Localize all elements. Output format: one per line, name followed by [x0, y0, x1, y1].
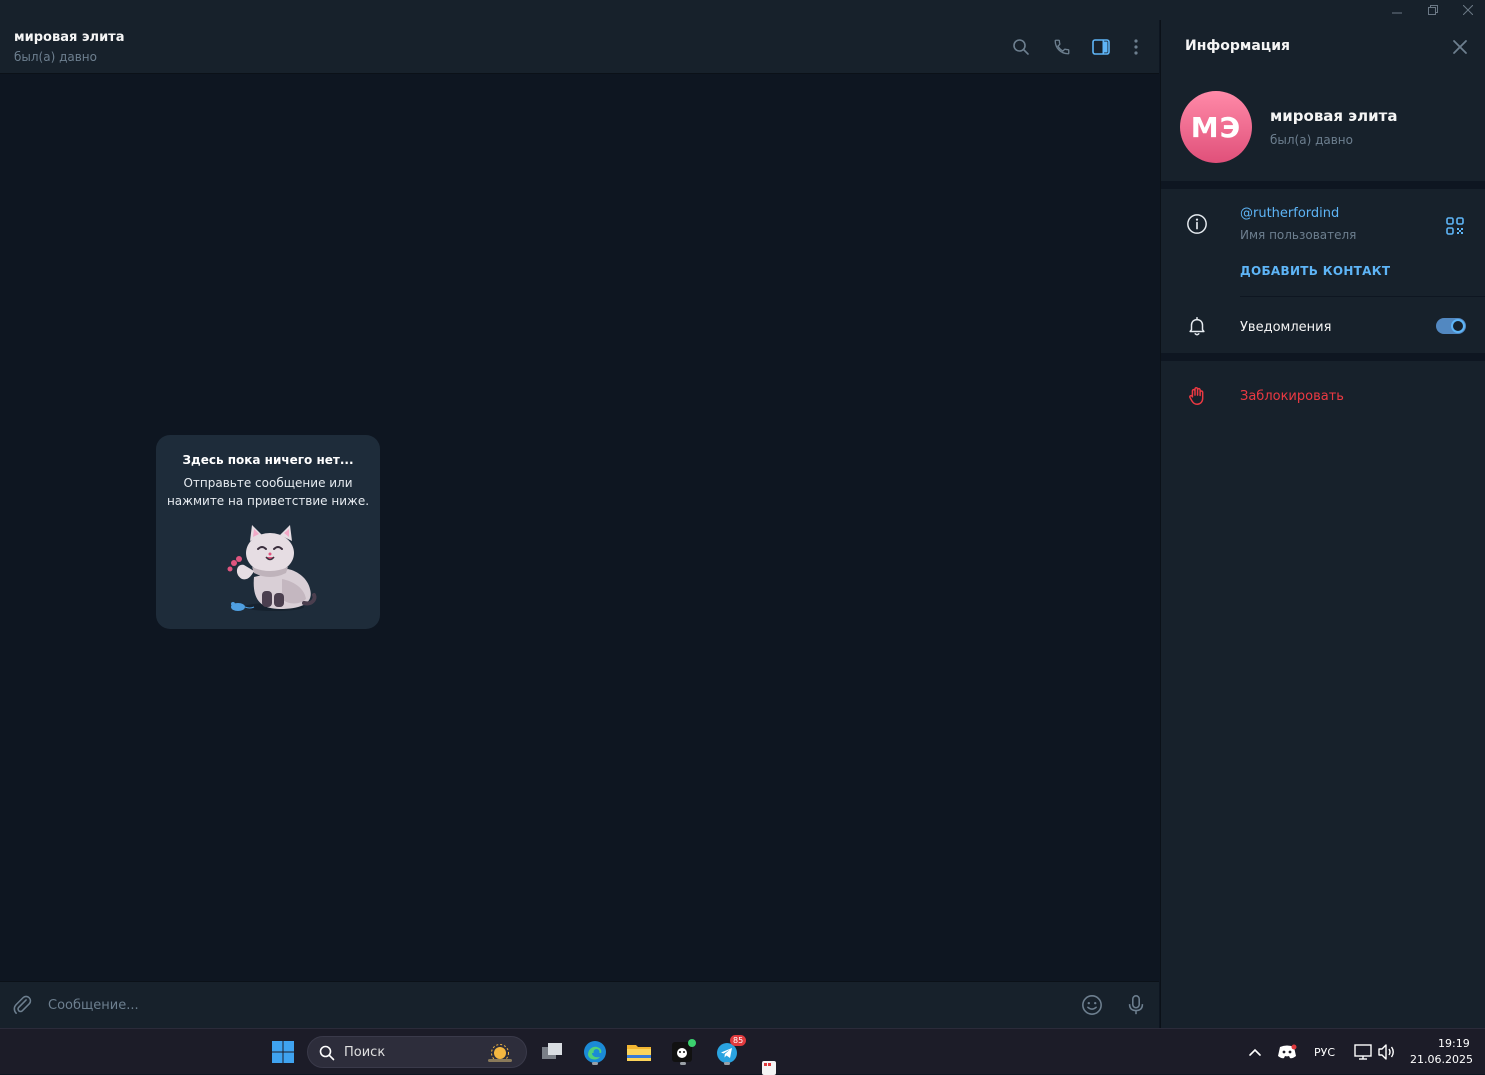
- close-icon[interactable]: [1451, 38, 1469, 56]
- taskbar-search-label: Поиск: [344, 1045, 386, 1060]
- section-divider: [1161, 181, 1485, 189]
- add-contact-button[interactable]: ДОБАВИТЬ КОНТАКТ: [1240, 264, 1390, 278]
- language-indicator[interactable]: РУС: [1314, 1046, 1335, 1059]
- bell-icon: [1185, 314, 1209, 338]
- chat-status: был(а) давно: [14, 50, 97, 64]
- more-options-icon[interactable]: [1125, 36, 1147, 58]
- window-close-icon[interactable]: [1450, 0, 1485, 20]
- file-explorer-icon[interactable]: [624, 1037, 654, 1067]
- telegram-unread-badge: 85: [730, 1035, 747, 1046]
- profile-name: мировая элита: [1270, 107, 1398, 125]
- game-app-icon[interactable]: [668, 1037, 698, 1067]
- chat-title[interactable]: мировая элита: [14, 30, 125, 45]
- telegram-icon[interactable]: 85: [712, 1035, 747, 1067]
- username-link[interactable]: @rutherfordind: [1240, 206, 1339, 221]
- telegram-window: мировая элита был(а) давно Здесь пока ни…: [0, 0, 1485, 1028]
- task-view-icon[interactable]: [537, 1037, 567, 1067]
- block-user-button[interactable]: Заблокировать: [1240, 389, 1344, 404]
- empty-chat-title: Здесь пока ничего нет...: [182, 453, 354, 467]
- app-icon-partial[interactable]: [754, 1059, 784, 1075]
- sun-weather-icon: [488, 1044, 512, 1062]
- username-caption: Имя пользователя: [1240, 228, 1357, 242]
- running-indicator: [592, 1062, 598, 1065]
- search-icon[interactable]: [1010, 36, 1032, 58]
- emoji-icon[interactable]: [1080, 993, 1104, 1017]
- sidebar-toggle-icon[interactable]: [1090, 36, 1112, 58]
- microphone-icon[interactable]: [1124, 993, 1148, 1017]
- clock-time[interactable]: 19:19: [1438, 1037, 1470, 1050]
- taskbar-search[interactable]: Поиск: [307, 1036, 527, 1068]
- qr-code-icon[interactable]: [1445, 216, 1465, 236]
- info-panel: Информация МЭ мировая элита был(а) давно…: [1160, 20, 1485, 1028]
- clock-date[interactable]: 21.06.2025: [1410, 1053, 1473, 1066]
- running-indicator: [680, 1062, 686, 1065]
- edge-browser-icon[interactable]: [580, 1037, 610, 1067]
- phone-icon[interactable]: [1051, 36, 1073, 58]
- info-panel-title: Информация: [1185, 38, 1290, 54]
- avatar[interactable]: МЭ: [1180, 91, 1252, 163]
- discord-icon[interactable]: [1272, 1037, 1302, 1067]
- message-composer: [0, 981, 1159, 1028]
- chat-header: мировая элита был(а) давно: [0, 20, 1159, 74]
- block-hand-icon: [1185, 384, 1209, 408]
- chevron-up-icon[interactable]: [1240, 1037, 1270, 1067]
- attach-icon[interactable]: [10, 993, 34, 1017]
- restore-icon[interactable]: [1415, 0, 1451, 20]
- message-input[interactable]: [48, 994, 1048, 1016]
- title-bar: [0, 0, 1485, 20]
- volume-icon[interactable]: [1372, 1037, 1402, 1067]
- toggle-knob: [1451, 319, 1465, 333]
- notifications-label: Уведомления: [1240, 320, 1332, 335]
- empty-chat-card: Здесь пока ничего нет... Отправьте сообщ…: [156, 435, 380, 629]
- running-indicator: [724, 1062, 730, 1065]
- windows-start-icon[interactable]: [268, 1037, 298, 1067]
- greeting-sticker[interactable]: [222, 519, 318, 615]
- row-separator: [1240, 296, 1485, 297]
- search-icon: [319, 1045, 335, 1061]
- notifications-toggle[interactable]: [1436, 318, 1466, 334]
- section-divider: [1161, 353, 1485, 361]
- minimize-icon[interactable]: [1379, 0, 1415, 20]
- empty-chat-text: Отправьте сообщение или нажмите на приве…: [166, 476, 370, 508]
- info-icon: [1185, 212, 1209, 236]
- taskbar: Поиск 85 РУС 19:19 21.06.2025: [0, 1028, 1485, 1075]
- profile-status: был(а) давно: [1270, 133, 1353, 147]
